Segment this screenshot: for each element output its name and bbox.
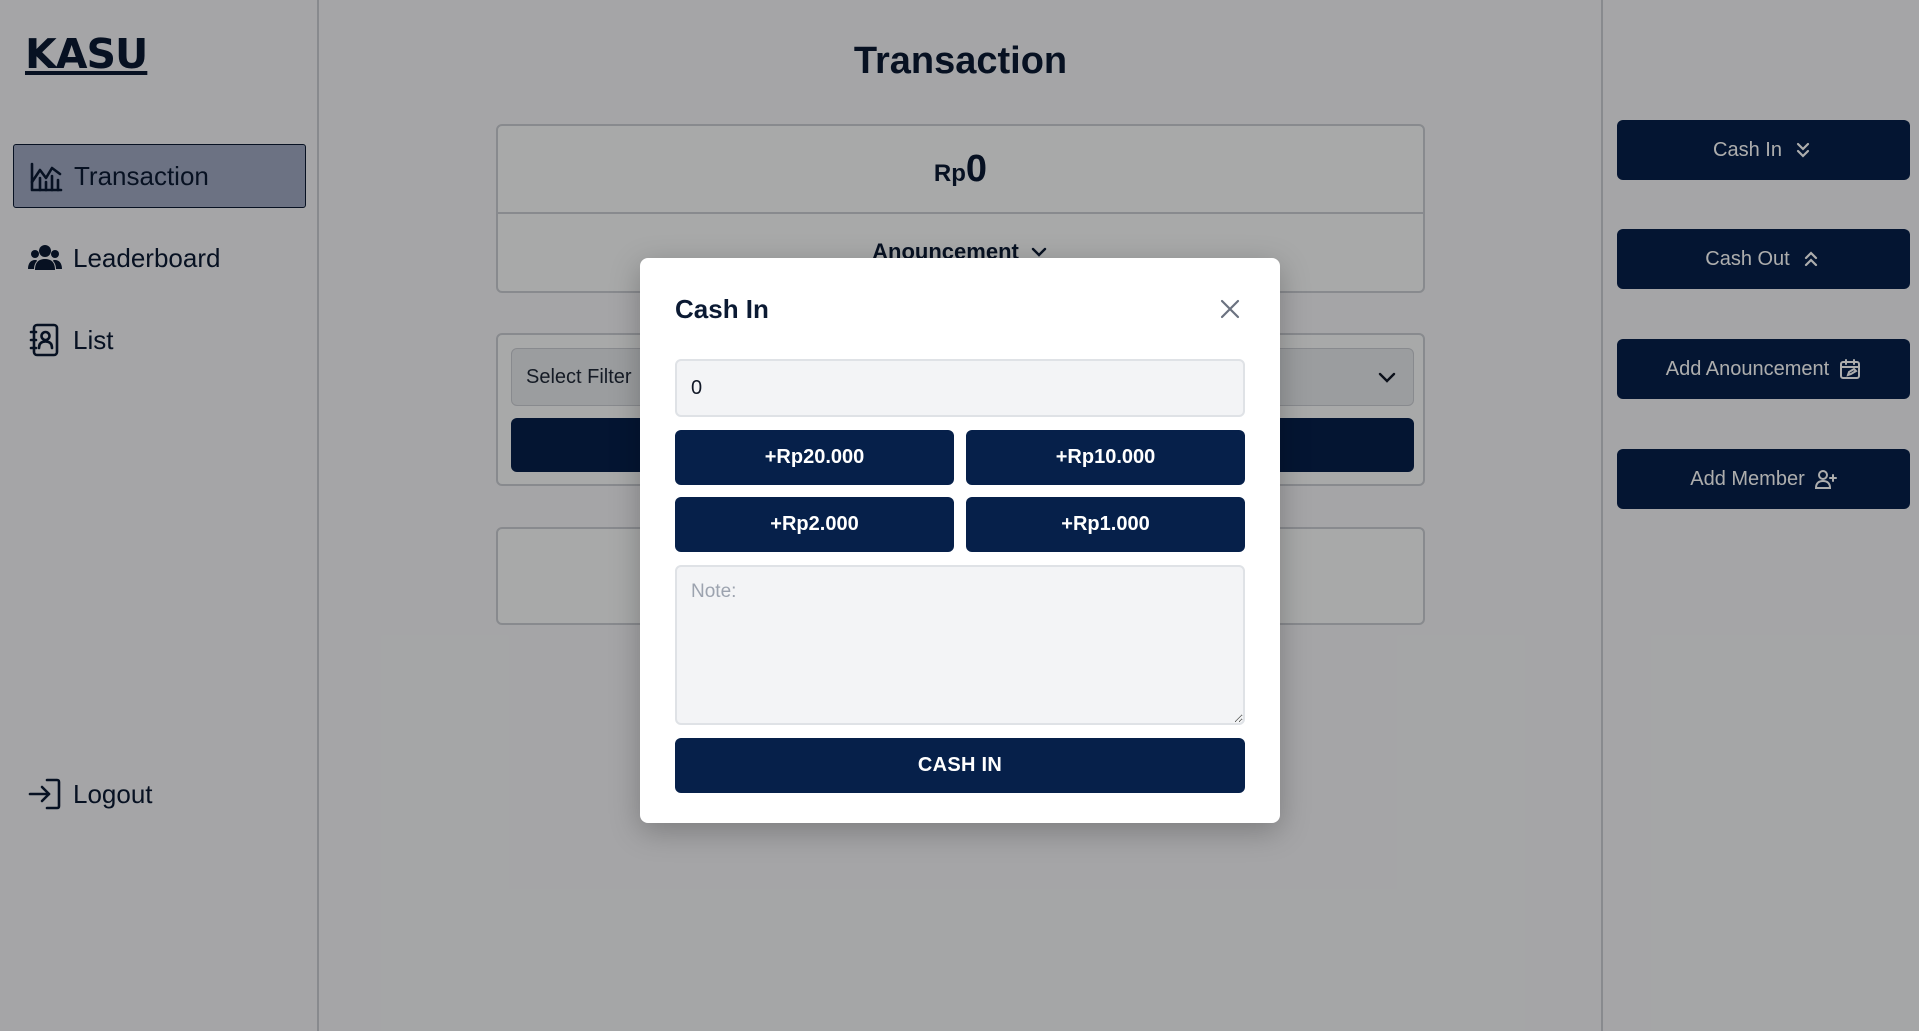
quick-amount-2000-button[interactable]: +Rp2.000 xyxy=(675,497,954,552)
cash-in-modal: Cash In +Rp20.000 +Rp10.000 +Rp2.000 +Rp… xyxy=(640,258,1280,823)
modal-title: Cash In xyxy=(675,294,769,324)
quick-amount-20000-button[interactable]: +Rp20.000 xyxy=(675,430,954,485)
close-icon xyxy=(1220,299,1240,319)
close-button[interactable] xyxy=(1215,294,1245,324)
submit-label: CASH IN xyxy=(917,754,1003,776)
cash-in-submit-button[interactable]: CASH IN xyxy=(675,738,1245,793)
note-textarea[interactable] xyxy=(675,565,1245,725)
amount-input[interactable] xyxy=(675,359,1245,417)
quick-amount-10000-button[interactable]: +Rp10.000 xyxy=(966,430,1245,485)
quick-amount-1000-button[interactable]: +Rp1.000 xyxy=(966,497,1245,552)
